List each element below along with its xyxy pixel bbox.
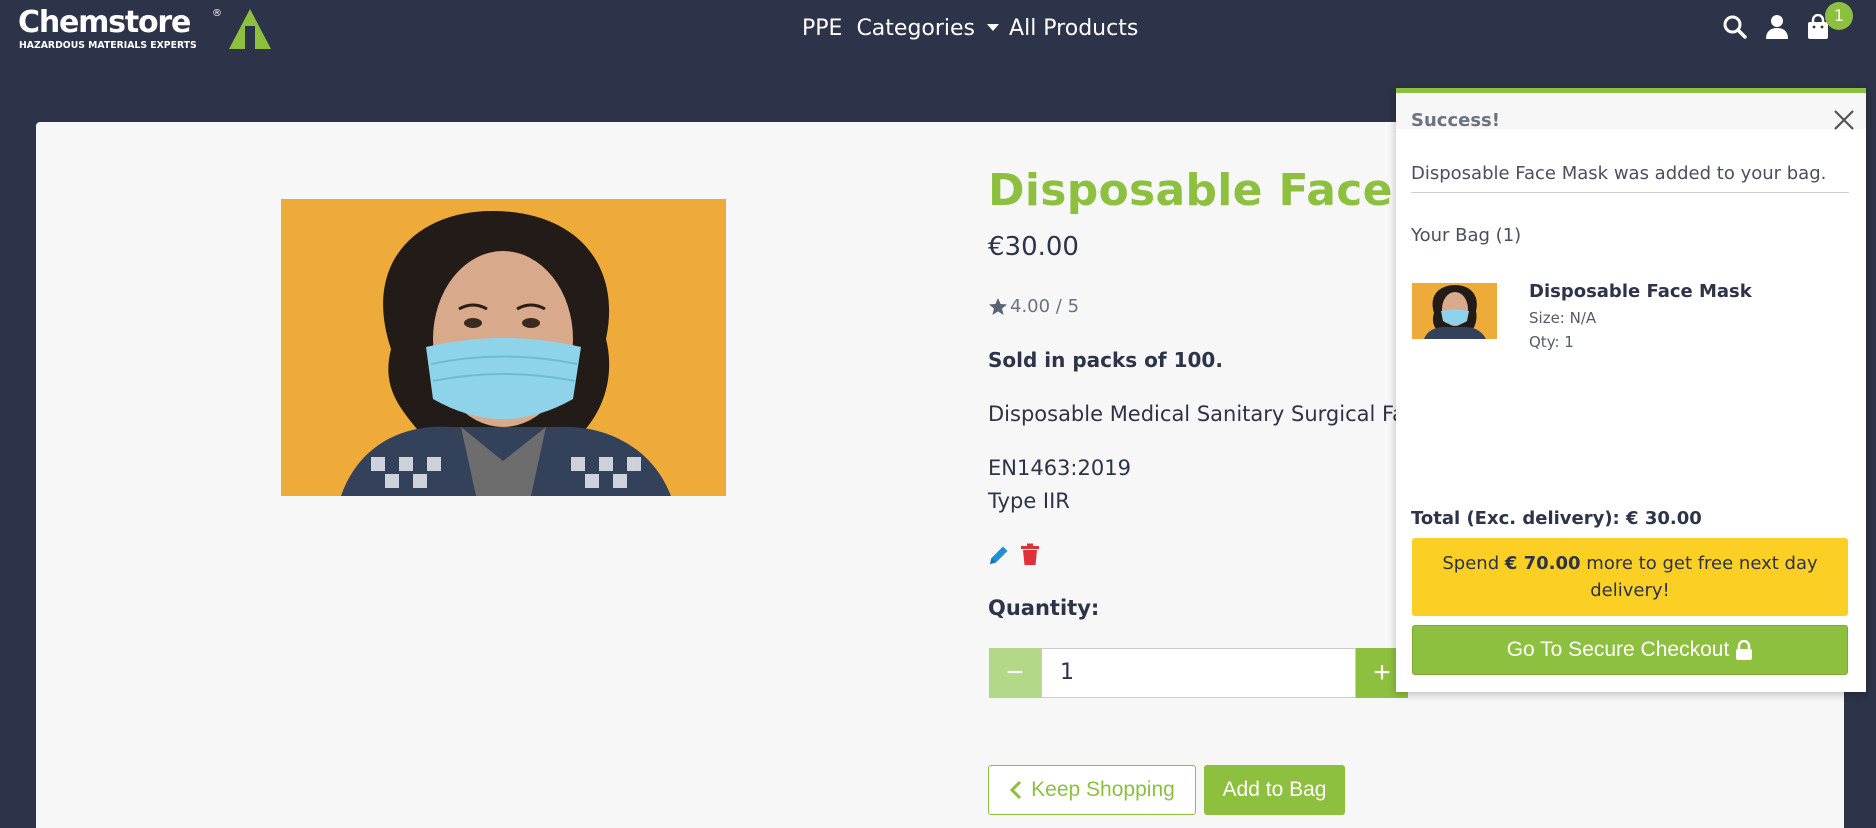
close-icon[interactable] xyxy=(1831,107,1857,133)
keep-shopping-button[interactable]: Keep Shopping xyxy=(988,765,1196,815)
bag-header: Your Bag (1) xyxy=(1411,225,1522,246)
product-image xyxy=(281,199,726,496)
keep-shopping-label: Keep Shopping xyxy=(1031,778,1175,801)
free-delivery-notice: Spend € 70.00 more to get free next day … xyxy=(1412,538,1848,616)
woman-with-face-mask-photo xyxy=(281,199,726,496)
pencil-edit-icon[interactable] xyxy=(988,544,1010,566)
chevron-left-icon xyxy=(1010,780,1022,800)
bag-item-qty: Qty: 1 xyxy=(1529,333,1574,351)
added-to-bag-popup: Success! Disposable Face Mask was added … xyxy=(1396,88,1866,692)
user-account-icon[interactable] xyxy=(1765,14,1789,40)
secure-checkout-button[interactable]: Go To Secure Checkout xyxy=(1412,625,1848,675)
cart-count-badge: 1 xyxy=(1825,2,1853,30)
product-rating: 4.00 / 5 xyxy=(988,296,1079,317)
pack-size-note: Sold in packs of 100. xyxy=(988,348,1223,372)
logo-wordmark: Chemstore xyxy=(18,5,191,40)
rating-value: 4.00 / 5 xyxy=(1010,296,1080,317)
top-navbar: Chemstore ® HAZARDOUS MATERIALS EXPERTS … xyxy=(0,0,1876,60)
bag-item-size: Size: N/A xyxy=(1529,309,1597,327)
spend-prefix: Spend xyxy=(1442,553,1505,574)
logo-tagline: HAZARDOUS MATERIALS EXPERTS xyxy=(19,40,197,51)
product-description: Disposable Medical Sanitary Surgical Fac xyxy=(988,402,1398,426)
checkout-label: Go To Secure Checkout xyxy=(1506,638,1730,661)
logo-registered-mark: ® xyxy=(212,8,222,19)
quantity-label: Quantity: xyxy=(988,596,1100,620)
trash-delete-icon[interactable] xyxy=(1020,543,1040,566)
star-icon xyxy=(989,297,1007,315)
spend-amount: € 70.00 xyxy=(1504,553,1581,574)
chemstore-logo[interactable]: Chemstore ® HAZARDOUS MATERIALS EXPERTS xyxy=(18,5,271,52)
main-nav: PPE Categories All Products xyxy=(802,12,1138,46)
product-title: Disposable Face M xyxy=(988,165,1453,216)
product-price: €30.00 xyxy=(988,232,1079,262)
quantity-decrease-button[interactable]: − xyxy=(989,648,1041,698)
quantity-input[interactable]: 1 xyxy=(1041,648,1356,698)
spend-suffix: more to get free next day delivery! xyxy=(1580,553,1818,601)
product-standard: EN1463:2019 xyxy=(988,456,1131,480)
product-type: Type IIR xyxy=(988,489,1070,513)
popup-title: Success! xyxy=(1411,110,1500,131)
bag-item-name[interactable]: Disposable Face Mask xyxy=(1529,281,1752,302)
bag-item-image xyxy=(1412,283,1497,339)
bag-item-thumbnail[interactable] xyxy=(1412,283,1497,339)
nav-link-categories[interactable]: Categories xyxy=(856,12,975,46)
search-icon[interactable] xyxy=(1722,14,1748,40)
nav-link-ppe[interactable]: PPE xyxy=(802,12,842,46)
bag-total: Total (Exc. delivery): € 30.00 xyxy=(1411,508,1702,529)
popup-message: Disposable Face Mask was added to your b… xyxy=(1411,163,1849,193)
logo-triangle-icon xyxy=(229,9,271,49)
chevron-down-icon[interactable] xyxy=(987,23,1000,31)
add-to-bag-button[interactable]: Add to Bag xyxy=(1204,765,1345,815)
nav-link-all-products[interactable]: All Products xyxy=(1009,12,1138,46)
lock-icon xyxy=(1736,640,1753,660)
